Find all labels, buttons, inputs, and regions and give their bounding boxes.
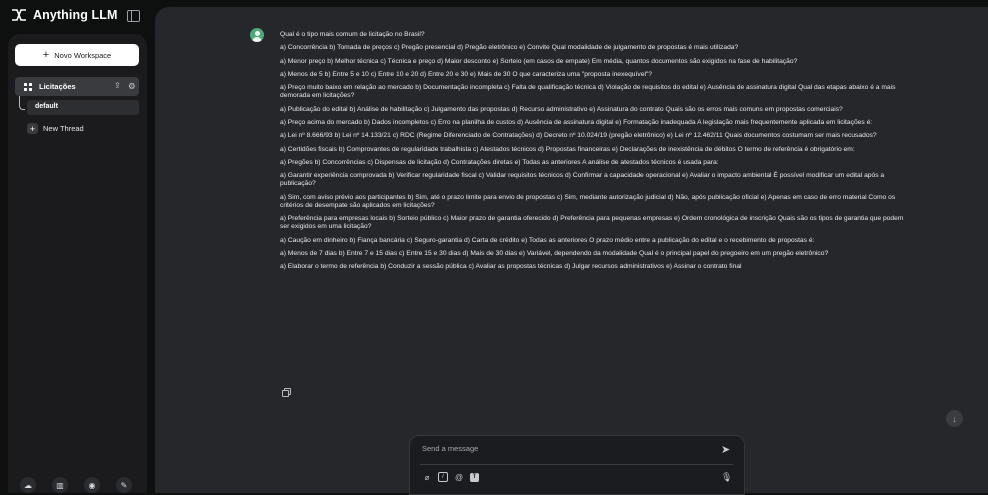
upload-icon[interactable]: ⇪ xyxy=(114,81,121,90)
thread-label: default xyxy=(35,103,58,110)
message-paragraph: a) Menor preço b) Melhor técnica c) Técn… xyxy=(280,57,798,65)
thread-connector xyxy=(19,96,25,110)
copy-icon[interactable] xyxy=(282,388,291,397)
message-paragraph: a) Certidões fiscais b) Comprovantes de … xyxy=(280,145,855,153)
discord-icon[interactable]: ◉ xyxy=(84,477,100,493)
message-input[interactable] xyxy=(420,443,714,454)
message-paragraph: Qual é o tipo mais comum de licitação no… xyxy=(280,31,425,38)
message-paragraph: a) Sim, com aviso prévio aos participant… xyxy=(280,193,896,209)
attach-icon[interactable]: ⌀ xyxy=(422,472,432,482)
mention-icon[interactable]: @ xyxy=(454,472,464,482)
message-paragraph: a) Publicação do edital b) Análise de ha… xyxy=(280,105,843,113)
text-format-icon[interactable]: T xyxy=(470,472,479,482)
app-logo: Anything LLM xyxy=(10,8,118,22)
plus-icon: + xyxy=(42,48,50,61)
slash-command-icon[interactable]: / xyxy=(438,472,448,482)
workspace-label: Licitações xyxy=(39,82,76,91)
message-paragraph: a) Lei nº 8.666/93 b) Lei nº 14.133/21 c… xyxy=(280,132,877,140)
anything-llm-logo-icon xyxy=(12,9,26,21)
sidebar-item-workspace[interactable]: Licitações ⇪ ⚙ xyxy=(15,77,139,96)
microphone-icon[interactable]: 🎙 xyxy=(721,472,732,483)
user-avatar xyxy=(250,28,264,42)
message-paragraph: a) Preço acima do mercado b) Dados incom… xyxy=(280,118,873,126)
message-paragraph: a) Concorrência b) Tomada de preços c) P… xyxy=(280,44,739,52)
message-composer: ➤ ⌀ / @ T 🎙 xyxy=(409,435,745,495)
scroll-down-icon[interactable]: ↓ xyxy=(946,410,963,427)
sidebar-footer: ☁ ▥ ◉ ✎ xyxy=(20,477,132,493)
message-paragraph: a) Preço muito baixo em relação ao merca… xyxy=(280,84,896,100)
sidebar-toggle-icon[interactable] xyxy=(127,10,140,22)
workspace-grid-icon xyxy=(24,83,32,91)
app-name: Anything LLM xyxy=(33,8,118,22)
message-paragraph: a) Menos de 7 dias b) Entre 7 e 15 dias … xyxy=(280,249,829,257)
plus-icon: + xyxy=(27,123,38,134)
docs-book-icon[interactable]: ▥ xyxy=(52,477,68,493)
message-paragraph: a) Menos de 5 b) Entre 5 e 10 c) Entre 1… xyxy=(280,70,653,78)
new-thread-label: New Thread xyxy=(43,124,84,133)
send-icon[interactable]: ➤ xyxy=(721,443,730,456)
gear-icon[interactable]: ⚙ xyxy=(128,81,136,92)
message-paragraph: a) Elaborar o termo de referência b) Con… xyxy=(280,263,742,271)
settings-wrench-icon[interactable]: ✎ xyxy=(116,477,132,493)
message-paragraph: a) Preferência para empresas locais b) S… xyxy=(280,215,904,231)
sidebar: Anything LLM + Novo Workspace Licitações… xyxy=(0,0,155,493)
message-paragraph: a) Garantir experiência comprovada b) Ve… xyxy=(280,172,885,188)
composer-tools: ⌀ / @ T xyxy=(422,472,479,482)
chat-area: Qual é o tipo mais comum de licitação no… xyxy=(155,7,988,495)
thread-item-default[interactable]: default xyxy=(27,100,139,115)
new-workspace-button[interactable]: + Novo Workspace xyxy=(15,44,139,66)
composer-divider xyxy=(420,464,733,465)
workspace-panel: + Novo Workspace Licitações ⇪ ⚙ default … xyxy=(8,34,147,493)
user-message: Qual é o tipo mais comum de licitação no… xyxy=(280,31,905,277)
message-paragraph: a) Pregões b) Concorrências c) Dispensas… xyxy=(280,158,719,166)
community-hub-icon[interactable]: ☁ xyxy=(20,477,36,493)
new-workspace-label: Novo Workspace xyxy=(54,50,112,60)
new-thread-button[interactable]: + New Thread xyxy=(27,123,84,134)
message-paragraph: a) Caução em dinheiro b) Fiança bancária… xyxy=(280,236,815,244)
